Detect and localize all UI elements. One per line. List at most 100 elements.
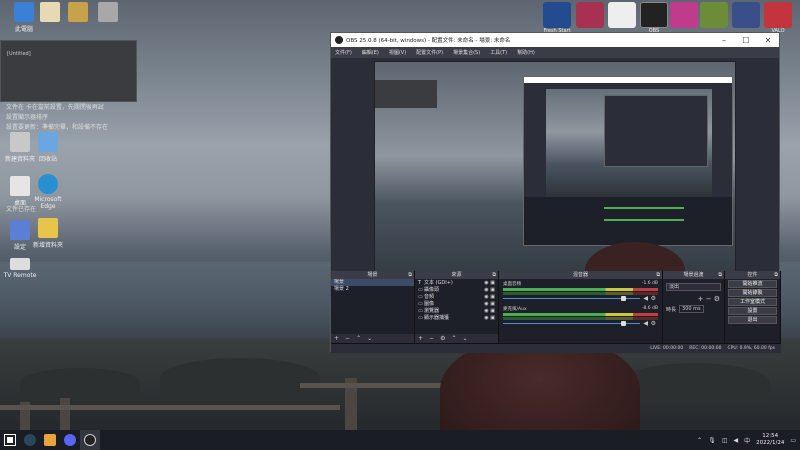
tile-obs[interactable] xyxy=(640,2,668,28)
tile-game-2[interactable] xyxy=(670,2,698,28)
clock-date: 2022/1/24 xyxy=(756,440,785,446)
lock-icon[interactable]: ▣ xyxy=(490,301,495,307)
gear-icon[interactable]: ⚙ xyxy=(714,295,720,303)
settings-button[interactable]: 設置 xyxy=(728,307,777,315)
source-item[interactable]: ▭ 顯示器捕獲 ◉ ▣ xyxy=(415,314,498,322)
add-icon[interactable]: + xyxy=(334,335,339,342)
taskbar: ⌃ 🎙 ◫ ◀ 中 12:54 2022/1/24 ▭ xyxy=(0,430,800,450)
tile-game-3[interactable] xyxy=(700,2,728,28)
taskbar-app[interactable] xyxy=(80,430,100,450)
start-recording-button[interactable]: 開始錄製 xyxy=(728,289,777,297)
move-up-icon[interactable]: ⌃ xyxy=(356,335,361,342)
desktop-icon-folder[interactable]: 新增資料夾 xyxy=(26,218,70,249)
source-item[interactable]: ▭ 攝像頭 ◉ ▣ xyxy=(415,286,498,294)
source-item[interactable]: T 文本 (GDI+) ◉ ▣ xyxy=(415,279,498,287)
source-item[interactable]: ▭ 瀏覽器 ◉ ▣ xyxy=(415,307,498,315)
taskbar-app[interactable] xyxy=(20,430,40,450)
volume-slider[interactable]: ◀ ⚙ xyxy=(503,295,658,302)
network-icon[interactable]: ◫ xyxy=(722,437,728,444)
recycle-bin-icon xyxy=(38,132,58,152)
tile-game-1[interactable] xyxy=(576,2,604,28)
popout-icon[interactable]: ⧉ xyxy=(718,271,722,279)
move-up-icon[interactable]: ⌃ xyxy=(451,335,456,342)
start-button[interactable] xyxy=(0,430,20,450)
scenes-dock: 場景 ⧉ 場景 場景 2 + − ⌃ ⌄ xyxy=(331,271,415,343)
obs-titlebar[interactable]: OBS 25.0.8 (64-bit, windows) - 配置文件: 未命名… xyxy=(331,33,779,47)
tile-game-4[interactable] xyxy=(732,2,760,28)
menu-file[interactable]: 文件(F) xyxy=(335,49,352,56)
visibility-eye-icon[interactable]: ◉ xyxy=(484,308,488,314)
obs-preview-canvas[interactable] xyxy=(374,61,736,297)
menu-tools[interactable]: 工具(T) xyxy=(490,49,507,56)
lock-icon[interactable]: ▣ xyxy=(490,280,495,286)
taskbar-app[interactable] xyxy=(40,430,60,450)
slider-knob[interactable] xyxy=(621,296,626,301)
duration-input[interactable]: 300 ms xyxy=(679,305,704,313)
start-streaming-button[interactable]: 開始推流 xyxy=(728,280,777,288)
remove-icon[interactable]: − xyxy=(345,335,350,342)
menu-profile[interactable]: 配置文件(P) xyxy=(416,49,443,56)
transition-select[interactable]: 淡出 xyxy=(666,283,721,291)
desktop-icon-edge[interactable]: Microsoft Edge xyxy=(26,174,70,210)
chevron-up-icon[interactable]: ⌃ xyxy=(697,437,702,444)
obs-window[interactable]: OBS 25.0.8 (64-bit, windows) - 配置文件: 未命名… xyxy=(330,32,781,353)
tile-fresh-start[interactable] xyxy=(543,2,571,28)
popout-icon[interactable]: ⧉ xyxy=(656,271,660,279)
menu-view[interactable]: 視圖(V) xyxy=(389,49,406,56)
mic-icon[interactable]: 🎙 xyxy=(708,437,716,444)
menu-help[interactable]: 幫助(H) xyxy=(517,49,535,56)
input-language[interactable]: 中 xyxy=(744,436,750,445)
popout-icon[interactable]: ⧉ xyxy=(408,271,412,279)
lock-icon[interactable]: ▣ xyxy=(490,308,495,314)
visibility-eye-icon[interactable]: ◉ xyxy=(484,301,488,307)
remove-icon[interactable]: − xyxy=(706,295,712,303)
volume-icon[interactable]: ◀ xyxy=(733,437,738,444)
move-down-icon[interactable]: ⌄ xyxy=(367,335,372,342)
scene-item[interactable]: 場景 xyxy=(331,279,414,286)
notification-icon[interactable]: ▭ xyxy=(790,437,796,444)
discord-icon xyxy=(64,434,76,446)
lock-icon[interactable]: ▣ xyxy=(490,294,495,300)
gear-icon[interactable]: ⚙ xyxy=(651,320,656,327)
menu-edit[interactable]: 編輯(E) xyxy=(362,49,379,56)
sticky-note[interactable]: [Untitled] xyxy=(0,40,137,102)
lock-icon[interactable]: ▣ xyxy=(490,287,495,293)
desktop-icon-tv-remote[interactable]: TV Remote xyxy=(0,258,42,279)
source-item[interactable]: ▭ 音頻 ◉ ▣ xyxy=(415,293,498,301)
tile-eye[interactable] xyxy=(608,2,636,28)
lock-icon[interactable]: ▣ xyxy=(490,315,495,321)
taskbar-app[interactable] xyxy=(60,430,80,450)
speaker-icon[interactable]: ◀ xyxy=(643,320,648,327)
popout-icon[interactable]: ⧉ xyxy=(774,271,778,279)
cpu-status: CPU: 0.9%, 60.00 fps xyxy=(727,346,776,351)
studio-mode-button[interactable]: 工作室模式 xyxy=(728,298,777,306)
desktop-icon-recycle[interactable]: 回收站 xyxy=(26,132,70,163)
desktop-icon-misc[interactable] xyxy=(86,2,130,24)
popout-icon[interactable]: ⧉ xyxy=(492,271,496,279)
visibility-eye-icon[interactable]: ◉ xyxy=(484,287,488,293)
gear-icon[interactable]: ⚙ xyxy=(651,295,656,302)
add-icon[interactable]: + xyxy=(698,295,704,303)
clock[interactable]: 12:54 2022/1/24 xyxy=(756,433,784,447)
visibility-eye-icon[interactable]: ◉ xyxy=(484,280,488,286)
minimize-icon[interactable]: – xyxy=(713,36,735,45)
close-icon[interactable]: ✕ xyxy=(757,36,779,45)
add-icon[interactable]: + xyxy=(418,335,423,342)
volume-slider[interactable]: ◀ ⚙ xyxy=(503,320,658,327)
tile-valorant[interactable] xyxy=(764,2,792,28)
visibility-eye-icon[interactable]: ◉ xyxy=(484,294,488,300)
visibility-eye-icon[interactable]: ◉ xyxy=(484,315,488,321)
slider-knob[interactable] xyxy=(621,321,626,326)
maximize-icon[interactable]: ☐ xyxy=(735,36,757,45)
speaker-icon[interactable]: ◀ xyxy=(643,295,648,302)
mixer-dock-title: 混音器 xyxy=(572,272,588,278)
scene-item[interactable]: 場景 2 xyxy=(331,286,414,293)
source-item[interactable]: ▭ 圖像 ◉ ▣ xyxy=(415,300,498,308)
menu-scene-collection[interactable]: 場景集合(S) xyxy=(453,49,480,56)
track-db: -8.6 dB xyxy=(641,306,658,311)
gear-icon[interactable]: ⚙ xyxy=(440,335,445,342)
volume-meter xyxy=(503,317,658,320)
exit-button[interactable]: 退出 xyxy=(728,316,777,324)
move-down-icon[interactable]: ⌄ xyxy=(462,335,467,342)
remove-icon[interactable]: − xyxy=(429,335,434,342)
